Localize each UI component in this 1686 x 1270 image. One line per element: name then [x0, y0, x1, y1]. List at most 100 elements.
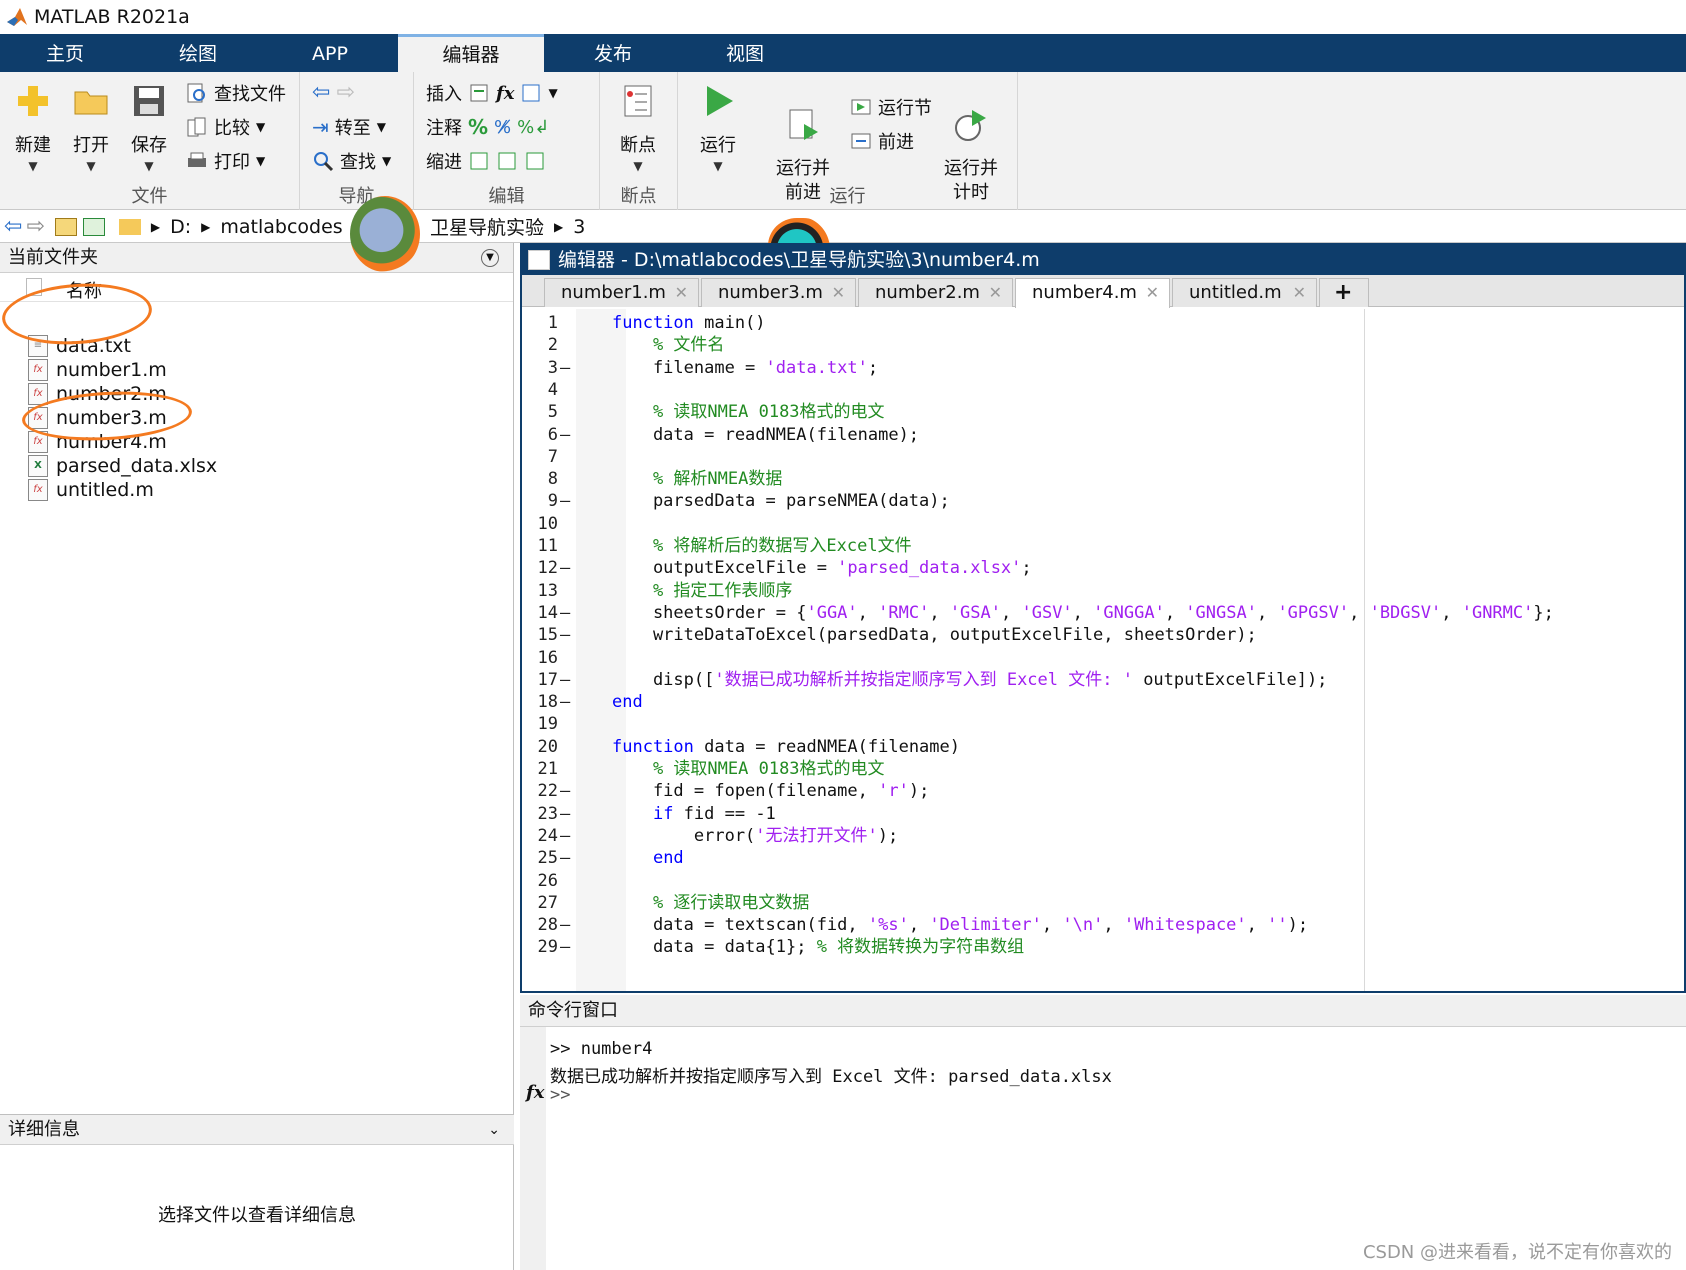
- code-line[interactable]: 26: [522, 869, 1682, 893]
- editor-tab[interactable]: untitled.m ✕: [1172, 278, 1317, 307]
- code-line[interactable]: 20 function data = readNMEA(filename): [522, 735, 1682, 759]
- panel-menu-icon[interactable]: ▼: [481, 249, 499, 267]
- code-line[interactable]: 22– fid = fopen(filename, 'r');: [522, 779, 1682, 803]
- increase-indent-icon[interactable]: [496, 150, 518, 172]
- fx-icon[interactable]: fx: [526, 1082, 544, 1103]
- editor-tab[interactable]: number3.m ✕: [701, 278, 856, 307]
- list-item[interactable]: fx untitled.m: [28, 477, 154, 502]
- insert-function-icon[interactable]: [520, 82, 542, 104]
- code-line[interactable]: 25– end: [522, 846, 1682, 870]
- forward-arrow-icon[interactable]: ⇨: [336, 80, 354, 105]
- run-section-button[interactable]: 运行节: [850, 94, 932, 120]
- decrease-indent-icon[interactable]: [524, 150, 546, 172]
- up-folder-icon[interactable]: [54, 217, 77, 236]
- code-area[interactable]: 1 function main() 2 % 文件名 3– filename = 'da…: [522, 309, 1684, 991]
- browse-folder-icon[interactable]: [82, 217, 105, 236]
- breakpoints-button[interactable]: 断点 ▼: [610, 82, 666, 173]
- insert-button[interactable]: 插入 fx ▼: [426, 80, 558, 106]
- code-line[interactable]: 9– parsedData = parseNMEA(data);: [522, 489, 1682, 513]
- find-files-button[interactable]: 查找文件: [186, 80, 286, 106]
- new-tab-plus-icon[interactable]: +: [1319, 278, 1369, 307]
- run-button[interactable]: 运行 ▼: [686, 82, 750, 173]
- editor-tab[interactable]: number2.m ✕: [858, 278, 1013, 307]
- breadcrumb-drive[interactable]: D:: [170, 216, 191, 238]
- indent-button[interactable]: 缩进: [426, 148, 546, 174]
- code-line[interactable]: 19: [522, 712, 1682, 736]
- back-arrow-icon[interactable]: ⇦: [4, 214, 22, 239]
- close-icon[interactable]: ✕: [675, 279, 688, 307]
- breakpoint-marker[interactable]: –: [560, 668, 570, 692]
- wrap-comment-icon[interactable]: %↲: [517, 117, 549, 138]
- editor-tab-active[interactable]: number4.m ✕: [1015, 278, 1170, 308]
- breakpoint-marker[interactable]: –: [560, 846, 570, 870]
- tab-apps[interactable]: APP: [285, 34, 375, 72]
- tab-view[interactable]: 视图: [700, 34, 790, 72]
- code-line[interactable]: 14– sheetsOrder = {'GGA', 'RMC', 'GSA', …: [522, 601, 1682, 625]
- breakpoint-marker[interactable]: –: [560, 913, 570, 937]
- tab-publish[interactable]: 发布: [568, 34, 658, 72]
- command-window-body[interactable]: fx >> number4 数据已成功解析并按指定顺序写入到 Excel 文件:…: [520, 1027, 1686, 1270]
- code-line[interactable]: 10: [522, 512, 1682, 536]
- code-line[interactable]: 21 % 读取NMEA 0183格式的电文: [522, 757, 1682, 781]
- breadcrumb-subfolder[interactable]: 卫星导航实验: [430, 213, 544, 240]
- code-line[interactable]: 3– filename = 'data.txt';: [522, 356, 1682, 380]
- tab-home[interactable]: 主页: [20, 34, 110, 72]
- comment-button[interactable]: 注释% %̸ %↲: [426, 114, 549, 140]
- comment-icon[interactable]: %: [468, 115, 488, 139]
- uncomment-icon[interactable]: %̸: [494, 117, 511, 138]
- breakpoint-marker[interactable]: –: [560, 802, 570, 826]
- code-line[interactable]: 24– error('无法打开文件');: [522, 824, 1682, 848]
- code-line[interactable]: 11 % 将解析后的数据写入Excel文件: [522, 534, 1682, 558]
- fx-icon[interactable]: fx: [496, 83, 514, 104]
- breadcrumb-folder[interactable]: matlabcodes: [220, 216, 342, 238]
- code-line[interactable]: 15– writeDataToExcel(parsedData, outputE…: [522, 623, 1682, 647]
- back-arrow-icon[interactable]: ⇦: [312, 80, 330, 105]
- chevron-down-icon[interactable]: ⌄: [488, 1115, 500, 1145]
- breakpoint-marker[interactable]: –: [560, 556, 570, 580]
- save-button[interactable]: 保存 ▼: [124, 82, 174, 173]
- code-line[interactable]: 17– disp(['数据已成功解析并按指定顺序写入到 Excel 文件: ' …: [522, 668, 1682, 692]
- code-line[interactable]: 27 % 逐行读取电文数据: [522, 891, 1682, 915]
- list-item[interactable]: fx number1.m: [28, 357, 167, 382]
- code-line[interactable]: 23– if fid == -1: [522, 802, 1682, 826]
- breakpoint-marker[interactable]: –: [560, 935, 570, 959]
- compare-button[interactable]: 比较 ▼: [186, 114, 265, 140]
- breakpoint-marker[interactable]: –: [560, 824, 570, 848]
- smart-indent-icon[interactable]: [468, 150, 490, 172]
- breakpoint-marker[interactable]: –: [560, 601, 570, 625]
- code-line[interactable]: 8 % 解析NMEA数据: [522, 467, 1682, 491]
- code-line[interactable]: 29– data = data{1}; % 将数据转换为字符串数组: [522, 935, 1682, 959]
- code-line[interactable]: 2 % 文件名: [522, 333, 1682, 357]
- forward-arrow-icon[interactable]: ⇨: [26, 214, 44, 239]
- tab-plots[interactable]: 绘图: [153, 34, 243, 72]
- advance-button[interactable]: 前进: [850, 128, 914, 154]
- details-header[interactable]: 详细信息 ⌄: [0, 1115, 514, 1145]
- code-line[interactable]: 5 % 读取NMEA 0183格式的电文: [522, 400, 1682, 424]
- back-forward-buttons[interactable]: ⇦ ⇨: [312, 80, 355, 105]
- breakpoint-marker[interactable]: –: [560, 489, 570, 513]
- breakpoint-marker[interactable]: –: [560, 623, 570, 647]
- code-line[interactable]: 16: [522, 646, 1682, 670]
- code-line[interactable]: 7: [522, 445, 1682, 469]
- tab-editor[interactable]: 编辑器: [398, 34, 544, 72]
- command-prompt[interactable]: >>: [550, 1085, 570, 1105]
- breadcrumb-current[interactable]: 3: [573, 216, 585, 238]
- code-line[interactable]: 4: [522, 378, 1682, 402]
- goto-button[interactable]: ⇥ 转至 ▼: [312, 114, 386, 140]
- breakpoint-marker[interactable]: –: [560, 423, 570, 447]
- code-line[interactable]: 18– end: [522, 690, 1682, 714]
- editor-tab[interactable]: number1.m ✕: [544, 278, 699, 307]
- code-line[interactable]: 28– data = textscan(fid, '%s', 'Delimite…: [522, 913, 1682, 937]
- close-icon[interactable]: ✕: [1146, 279, 1159, 307]
- list-item[interactable]: Xparsed_data.xlsx: [28, 453, 217, 478]
- breakpoint-marker[interactable]: –: [560, 779, 570, 803]
- code-line[interactable]: 6– data = readNMEA(filename);: [522, 423, 1682, 447]
- code-line[interactable]: 12– outputExcelFile = 'parsed_data.xlsx'…: [522, 556, 1682, 580]
- close-icon[interactable]: ✕: [832, 279, 845, 307]
- close-icon[interactable]: ✕: [989, 279, 1002, 307]
- code-line[interactable]: 13 % 指定工作表顺序: [522, 579, 1682, 603]
- new-button[interactable]: 新建 ▼: [8, 82, 58, 173]
- breakpoint-marker[interactable]: –: [560, 690, 570, 714]
- find-button[interactable]: 查找 ▼: [312, 148, 391, 174]
- print-button[interactable]: 打印 ▼: [186, 148, 265, 174]
